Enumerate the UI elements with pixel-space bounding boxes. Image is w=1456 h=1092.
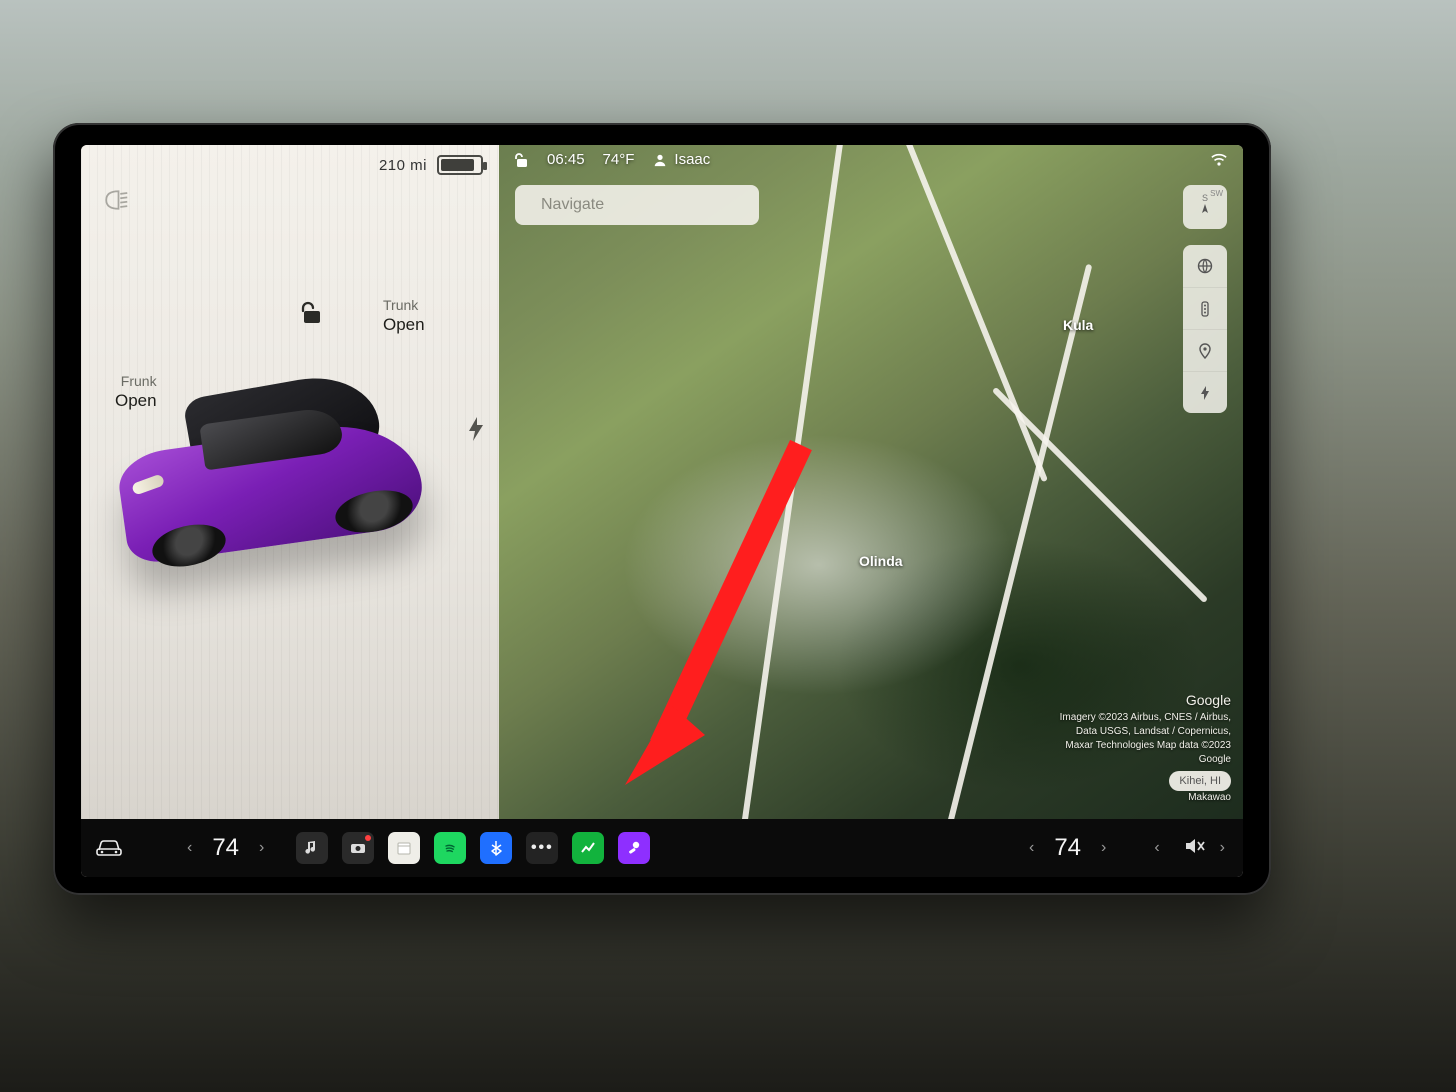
globe-icon	[1197, 258, 1213, 274]
compass-button[interactable]: S SW	[1183, 185, 1227, 229]
profile-name: Isaac	[674, 151, 710, 168]
map-location-chip[interactable]: Kihei, HI	[1169, 771, 1231, 791]
charge-port-icon[interactable]	[467, 417, 485, 441]
more-apps-button[interactable]: •••	[526, 832, 558, 864]
bluetooth-icon	[488, 840, 504, 856]
traffic-button[interactable]	[1183, 287, 1227, 329]
north-arrow-icon	[1197, 203, 1213, 219]
karaoke-app-button[interactable]	[618, 832, 650, 864]
bluetooth-app-button[interactable]	[480, 832, 512, 864]
trunk-label: Trunk	[383, 297, 418, 313]
passenger-temperature-control: ‹ 74 ›	[1023, 834, 1112, 862]
camera-icon	[350, 840, 366, 856]
music-app-button[interactable]	[296, 832, 328, 864]
range-text: 210 mi	[379, 157, 427, 174]
temp-down-button[interactable]: ‹	[1023, 839, 1040, 857]
car-render	[84, 332, 464, 618]
ellipsis-icon: •••	[531, 839, 554, 857]
user-icon	[652, 153, 668, 167]
map-pane[interactable]: 06:45 74°F Isaac	[499, 145, 1243, 819]
battery-fill	[441, 159, 474, 171]
trunk-button[interactable]: Trunk Open	[383, 297, 425, 335]
temp-down-button[interactable]: ‹	[181, 839, 198, 857]
driver-profile-button[interactable]: Isaac	[652, 151, 710, 168]
headlight-icon[interactable]	[101, 189, 129, 211]
padlock-unlocked-icon[interactable]	[515, 152, 529, 168]
clock: 06:45	[547, 151, 585, 168]
stocks-app-button[interactable]	[572, 832, 604, 864]
pin-icon	[1197, 343, 1213, 359]
map-place-label: Olinda	[859, 553, 903, 569]
mic-icon	[626, 840, 642, 856]
lock-toggle[interactable]	[301, 301, 323, 325]
car-front-icon	[95, 838, 123, 858]
navigate-search[interactable]	[515, 185, 759, 225]
traffic-icon	[1197, 301, 1213, 317]
temp-up-button[interactable]: ›	[253, 839, 270, 857]
driver-temp-value: 74	[212, 834, 239, 862]
map-road	[992, 387, 1208, 603]
supercharger-button[interactable]	[1183, 371, 1227, 413]
app-launcher-row: •••	[296, 832, 650, 864]
bolt-icon	[1197, 385, 1213, 401]
status-bar: 06:45 74°F Isaac	[499, 151, 1243, 168]
volume-mute-button[interactable]	[1174, 837, 1206, 860]
bottom-bar: ‹ 74 ›	[81, 819, 1243, 877]
map-road	[900, 145, 1048, 482]
map-tools	[1183, 245, 1227, 413]
map-road	[736, 145, 848, 819]
google-logo: Google	[1060, 693, 1231, 707]
dashcam-app-button[interactable]	[342, 832, 374, 864]
touchscreen: 210 mi Frunk Open Trunk Open	[81, 145, 1243, 877]
volume-down-button[interactable]: ‹	[1148, 839, 1165, 857]
outside-temperature: 74°F	[603, 151, 635, 168]
chart-up-icon	[580, 840, 596, 856]
tablet-bezel: 210 mi Frunk Open Trunk Open	[53, 123, 1271, 895]
car-status-pane: 210 mi Frunk Open Trunk Open	[81, 145, 499, 819]
map-place-label: Kula	[1063, 317, 1093, 333]
map-attribution: Google Imagery ©2023 Airbus, CNES / Airb…	[1060, 693, 1231, 805]
spotify-icon	[442, 840, 458, 856]
compass-side-letter: SW	[1210, 189, 1223, 198]
pin-button[interactable]	[1183, 329, 1227, 371]
wifi-icon[interactable]	[1211, 153, 1227, 167]
trunk-action: Open	[383, 315, 425, 335]
temp-up-button[interactable]: ›	[1095, 839, 1112, 857]
speaker-muted-icon	[1184, 837, 1206, 855]
car-controls-button[interactable]	[93, 832, 125, 864]
spotify-app-button[interactable]	[434, 832, 466, 864]
navigate-input[interactable]	[541, 196, 748, 214]
driver-temperature-control: ‹ 74 ›	[181, 834, 270, 862]
recording-dot-icon	[365, 835, 371, 841]
music-note-icon	[304, 840, 320, 856]
calendar-app-button[interactable]	[388, 832, 420, 864]
passenger-temp-value: 74	[1054, 834, 1081, 862]
padlock-unlocked-icon	[301, 301, 323, 325]
calendar-icon	[396, 840, 412, 856]
range-battery-group: 210 mi	[379, 155, 483, 175]
globe-button[interactable]	[1183, 245, 1227, 287]
volume-up-button[interactable]: ›	[1214, 839, 1231, 857]
battery-icon[interactable]	[437, 155, 483, 175]
